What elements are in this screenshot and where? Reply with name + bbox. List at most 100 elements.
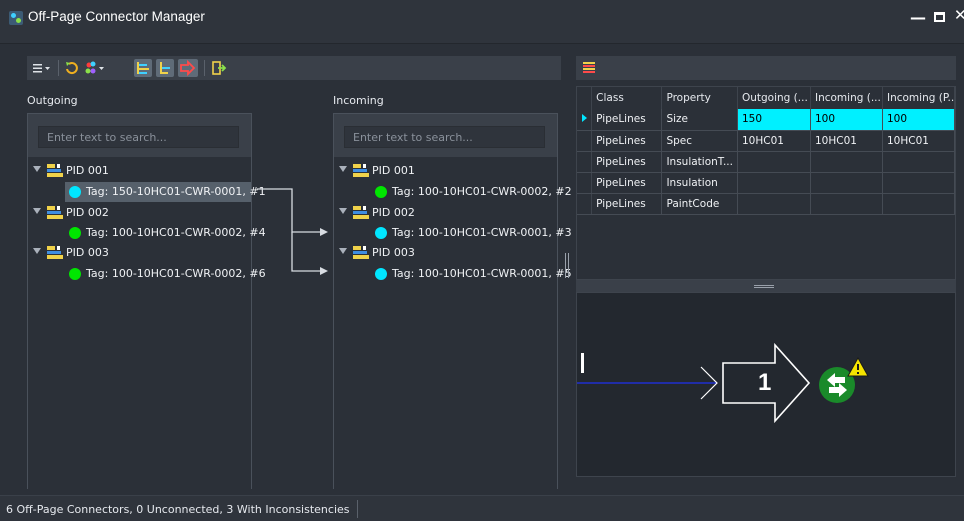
- grid-cell[interactable]: [810, 193, 883, 215]
- table-row[interactable]: PipeLines Spec 10HC01 10HC01 10HC01: [577, 130, 955, 152]
- toolbar-separator: [58, 60, 59, 76]
- grid-cell[interactable]: PipeLines: [591, 130, 663, 152]
- connector-tag: Tag: 100-10HC01-CWR-0002, #2: [392, 185, 572, 198]
- table-row[interactable]: PipeLines InsulationT...: [577, 151, 955, 173]
- collapse-tree-icon[interactable]: [156, 59, 174, 77]
- grid-cell[interactable]: 10HC01: [810, 130, 883, 152]
- table-row[interactable]: PipeLines PaintCode: [577, 193, 955, 215]
- tree-node-connector[interactable]: Tag: 100-10HC01-CWR-0002, #2: [371, 182, 572, 202]
- grid-cell[interactable]: [737, 193, 811, 215]
- minimize-button[interactable]: —: [910, 8, 926, 27]
- tree-node-pid[interactable]: PID 001: [28, 161, 251, 181]
- connector-number: 1: [758, 369, 772, 396]
- connection-line: [257, 188, 324, 233]
- column-header-property[interactable]: Property: [661, 87, 738, 109]
- connector-status-icon: [375, 268, 387, 280]
- grid-cell[interactable]: [737, 151, 811, 173]
- grid-cell[interactable]: Spec: [661, 130, 738, 152]
- pid-drawing-icon: [353, 164, 369, 177]
- grid-cell[interactable]: PipeLines: [591, 109, 663, 131]
- splitter-grip-icon[interactable]: [754, 285, 774, 288]
- pid-label: PID 003: [372, 246, 415, 259]
- incoming-search-input[interactable]: Enter text to search...: [344, 126, 545, 148]
- row-indicator: [577, 193, 593, 215]
- export-icon[interactable]: [209, 59, 229, 77]
- direction-arrow-icon[interactable]: [178, 59, 198, 77]
- grid-cell[interactable]: PaintCode: [661, 193, 738, 215]
- outgoing-tree: PID 001 Tag: 150-10HC01-CWR-0001, #1 PID…: [28, 157, 266, 489]
- table-row[interactable]: PipeLines Size 150 100 100: [577, 109, 955, 131]
- connector-tag: Tag: 100-10HC01-CWR-0001, #3: [392, 226, 572, 239]
- grid-cell[interactable]: [882, 151, 955, 173]
- tree-node-connector[interactable]: Tag: 100-10HC01-CWR-0001, #5: [371, 264, 572, 284]
- expand-arrow-icon[interactable]: [339, 208, 347, 214]
- status-separator: [357, 500, 358, 518]
- grid-cell[interactable]: InsulationT...: [661, 151, 738, 173]
- connector-toolbar: [27, 56, 561, 80]
- menu-icon[interactable]: [31, 59, 53, 77]
- close-button[interactable]: ✕: [954, 6, 964, 24]
- grid-cell[interactable]: PipeLines: [591, 193, 663, 215]
- tree-node-pid[interactable]: PID 002: [334, 203, 557, 223]
- grid-cell[interactable]: PipeLines: [591, 172, 663, 194]
- grid-cell[interactable]: 100: [882, 109, 955, 131]
- pid-drawing-icon: [353, 206, 369, 219]
- grid-cell[interactable]: [737, 172, 811, 194]
- grid-cell[interactable]: [882, 193, 955, 215]
- color-legend-icon[interactable]: [83, 59, 107, 77]
- pid-drawing-icon: [47, 246, 63, 259]
- grid-cell[interactable]: [882, 172, 955, 194]
- tree-node-connector[interactable]: Tag: 100-10HC01-CWR-0001, #3: [371, 223, 572, 243]
- grid-cell[interactable]: PipeLines: [591, 151, 663, 173]
- tree-node-pid[interactable]: PID 003: [334, 243, 557, 263]
- grid-cell[interactable]: Insulation: [661, 172, 738, 194]
- arrowhead-icon: [320, 267, 328, 275]
- grid-cell[interactable]: 100: [810, 109, 883, 131]
- tree-node-pid[interactable]: PID 003: [28, 243, 251, 263]
- expand-arrow-icon[interactable]: [33, 166, 41, 172]
- connection-lines: [257, 188, 328, 275]
- window-title: Off-Page Connector Manager: [28, 9, 205, 24]
- pid-label: PID 003: [66, 246, 109, 259]
- expand-tree-icon[interactable]: [134, 59, 152, 77]
- column-header-incoming-pid[interactable]: Incoming (P...: [882, 87, 955, 109]
- connector-status-icon: [375, 227, 387, 239]
- expand-arrow-icon[interactable]: [33, 208, 41, 214]
- table-row[interactable]: PipeLines Insulation: [577, 172, 955, 194]
- column-header-class[interactable]: Class: [591, 87, 663, 109]
- tree-node-connector[interactable]: Tag: 100-10HC01-CWR-0002, #4: [65, 223, 266, 243]
- grid-header-row: Class Property Outgoing (... Incoming (.…: [577, 87, 955, 109]
- connector-status-icon: [69, 227, 81, 239]
- grid-cell[interactable]: Size: [661, 109, 738, 131]
- column-header-outgoing[interactable]: Outgoing (...: [737, 87, 811, 109]
- refresh-icon[interactable]: [63, 59, 81, 77]
- grid-cell[interactable]: 10HC01: [882, 130, 955, 152]
- pid-drawing-icon: [47, 206, 63, 219]
- grid-cell[interactable]: 10HC01: [737, 130, 811, 152]
- expand-arrow-icon[interactable]: [33, 248, 41, 254]
- grid-cell[interactable]: 150: [737, 109, 811, 131]
- pipe-end-mark: [581, 353, 584, 373]
- expand-arrow-icon[interactable]: [339, 248, 347, 254]
- tree-node-pid[interactable]: PID 001: [334, 161, 557, 181]
- grid-corner: [577, 87, 593, 109]
- row-indicator: [577, 109, 593, 131]
- grid-cell[interactable]: [810, 151, 883, 173]
- panel-resize-handle[interactable]: [565, 253, 569, 278]
- incoming-panel: Enter text to search... PID 001 Tag: 100…: [333, 113, 572, 489]
- tree-node-connector[interactable]: Tag: 100-10HC01-CWR-0002, #6: [65, 264, 266, 284]
- expand-arrow-icon[interactable]: [339, 166, 347, 172]
- connector-tag: Tag: 100-10HC01-CWR-0002, #6: [86, 267, 266, 280]
- column-header-incoming[interactable]: Incoming (...: [810, 87, 883, 109]
- outgoing-search-input[interactable]: Enter text to search...: [38, 126, 239, 148]
- tree-node-connector[interactable]: Tag: 150-10HC01-CWR-0001, #1: [65, 182, 266, 202]
- row-indicator: [577, 130, 593, 152]
- maximize-button[interactable]: [934, 12, 945, 22]
- grid-cell[interactable]: [810, 172, 883, 194]
- incoming-label: Incoming: [333, 94, 384, 107]
- incoming-tree: PID 001 Tag: 100-10HC01-CWR-0002, #2 PID…: [334, 157, 572, 489]
- connector-tag: Tag: 100-10HC01-CWR-0002, #4: [86, 226, 266, 239]
- outgoing-label: Outgoing: [27, 94, 78, 107]
- tree-node-pid[interactable]: PID 002: [28, 203, 251, 223]
- column-chooser-icon[interactable]: [580, 59, 598, 77]
